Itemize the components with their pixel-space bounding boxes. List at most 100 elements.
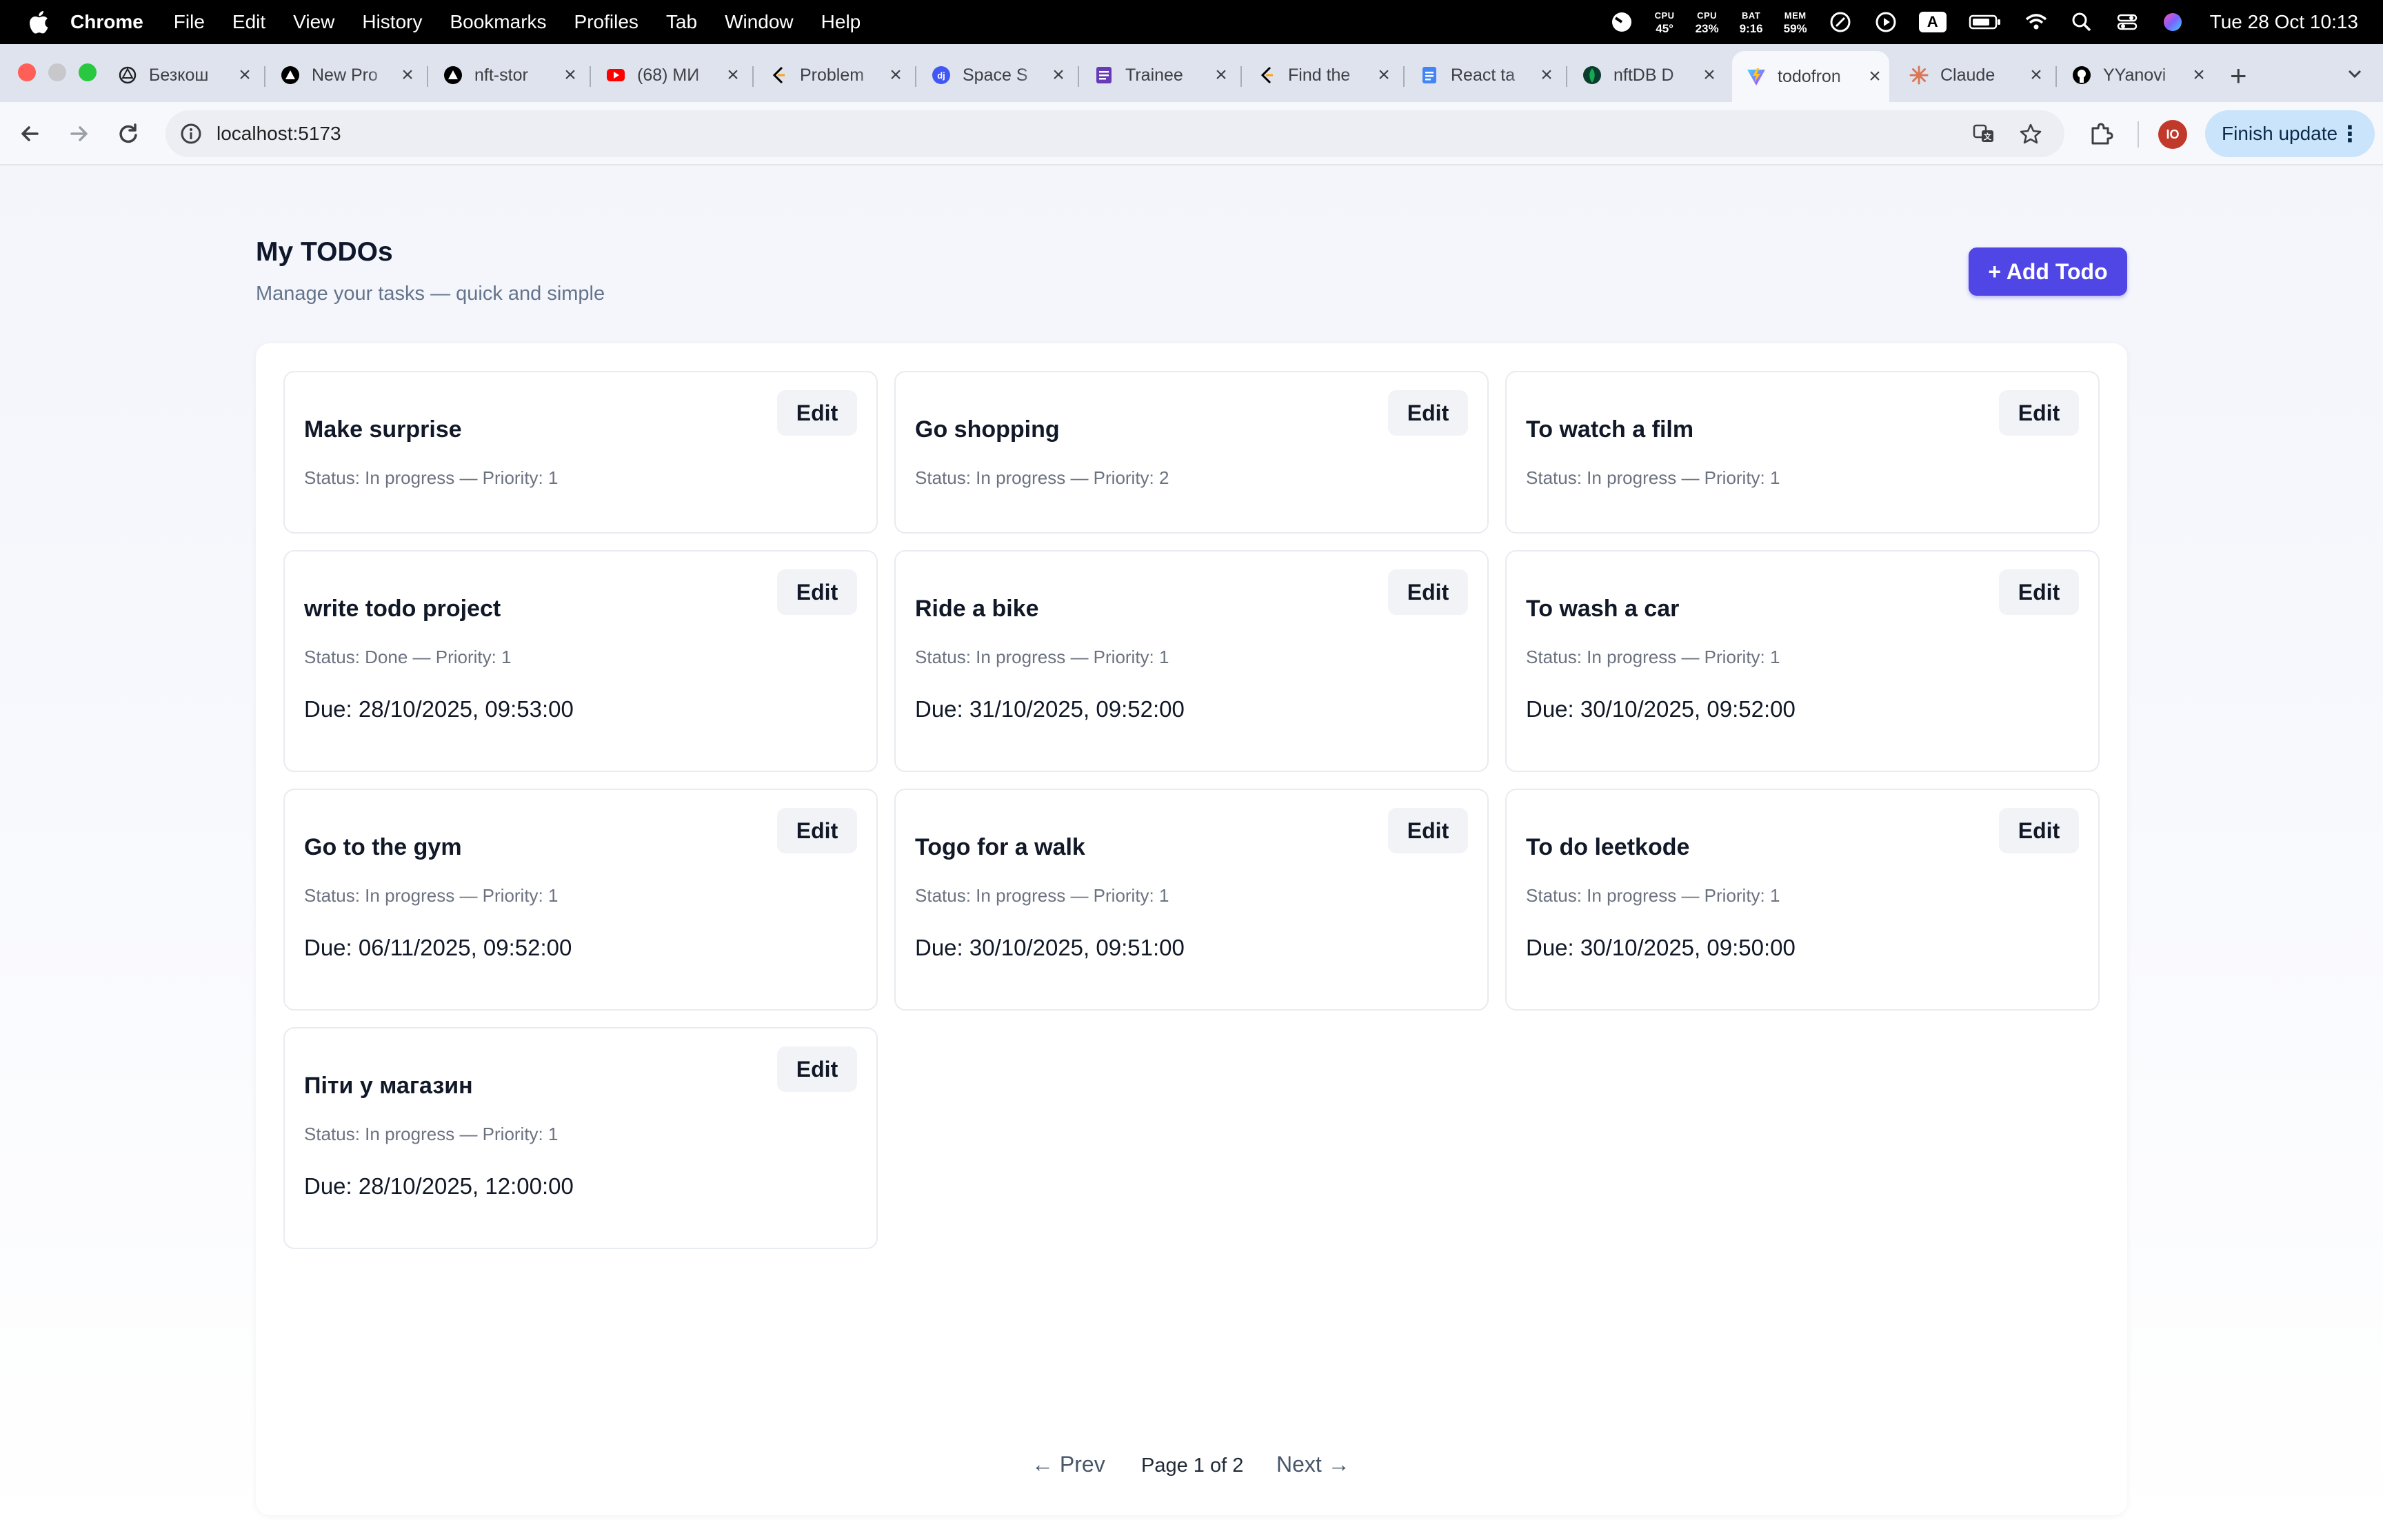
reload-icon[interactable] (113, 119, 143, 149)
svg-text:文: 文 (1984, 132, 1992, 141)
translate-icon[interactable]: 文 (1972, 122, 1995, 145)
edit-button[interactable]: Edit (777, 1046, 857, 1092)
tab-title: Trainee (1125, 65, 1183, 85)
edit-button[interactable]: Edit (777, 390, 857, 436)
menu-history[interactable]: History (362, 11, 422, 33)
next-page-button[interactable]: Next → (1276, 1452, 1350, 1477)
apple-icon[interactable] (26, 9, 50, 35)
battery-icon[interactable] (1967, 10, 2003, 34)
edit-button[interactable]: Edit (777, 808, 857, 853)
edit-button[interactable]: Edit (1388, 808, 1468, 853)
edit-button[interactable]: Edit (1999, 390, 2079, 436)
close-tab-icon[interactable]: × (723, 63, 743, 87)
menu-app-name[interactable]: Chrome (70, 11, 143, 33)
todo-card: To watch a film Status: In progress — Pr… (1505, 371, 2100, 534)
tab-nft-store[interactable]: nft-stor × (443, 54, 581, 97)
todo-card: Ride a bike Status: In progress — Priori… (894, 550, 1489, 772)
stat-label: CPU (1654, 10, 1675, 21)
tab-claude[interactable]: Claude × (1909, 54, 2047, 97)
close-tab-icon[interactable]: × (1048, 63, 1069, 87)
speedometer-icon[interactable] (1828, 10, 1853, 34)
tab-title: todofron (1778, 66, 1841, 86)
tab-nftdb[interactable]: nftDB D × (1582, 54, 1720, 97)
clock[interactable]: Tue 28 Oct 10:13 (2210, 11, 2358, 33)
siri-icon[interactable] (2160, 10, 2185, 34)
play-circle-icon[interactable] (1873, 10, 1898, 34)
input-source-icon[interactable]: A (1918, 12, 1947, 32)
spotlight-search-icon[interactable] (2069, 10, 2094, 34)
edit-button[interactable]: Edit (1999, 808, 2079, 853)
edit-button[interactable]: Edit (1999, 569, 2079, 615)
youtube-icon (607, 69, 625, 81)
tab-problem[interactable]: Problem × (768, 54, 906, 97)
todo-card: Go shopping Status: In progress — Priori… (894, 371, 1489, 534)
close-tab-icon[interactable]: × (1699, 63, 1720, 87)
close-tab-icon[interactable]: × (234, 63, 255, 87)
close-window-button[interactable] (18, 63, 36, 81)
menu-profiles[interactable]: Profiles (574, 11, 639, 33)
close-tab-icon[interactable]: × (560, 63, 581, 87)
close-tab-icon[interactable]: × (1374, 63, 1394, 87)
back-arrow-icon[interactable] (15, 119, 46, 149)
tab-react-task[interactable]: React ta × (1419, 54, 1557, 97)
todo-status: Status: In progress — Priority: 1 (1526, 647, 1780, 667)
profile-avatar[interactable]: IO (2158, 120, 2187, 149)
menu-view[interactable]: View (293, 11, 334, 33)
close-tab-icon[interactable]: × (1536, 63, 1557, 87)
memory-stat[interactable]: MEM 59% (1784, 9, 1807, 35)
tab-trainee[interactable]: Trainee × (1094, 54, 1231, 97)
edit-button[interactable]: Edit (1388, 569, 1468, 615)
close-tab-icon[interactable]: × (1211, 63, 1231, 87)
edit-button[interactable]: Edit (1388, 390, 1468, 436)
todo-status: Status: In progress — Priority: 1 (1526, 885, 1780, 906)
tab-title: New Pro (312, 65, 378, 85)
close-tab-icon[interactable]: × (2189, 63, 2209, 87)
minimize-window-button[interactable] (48, 63, 66, 81)
tab-bezkosh[interactable]: Безкош × (117, 54, 255, 97)
menu-help[interactable]: Help (821, 11, 861, 33)
tab-new-project[interactable]: New Pro × (280, 54, 418, 97)
address-bar[interactable]: localhost:5173 文 (165, 110, 2064, 157)
menu-tab[interactable]: Tab (666, 11, 697, 33)
edit-button[interactable]: Edit (777, 569, 857, 615)
add-todo-button[interactable]: + Add Todo (1969, 247, 2127, 296)
todo-title: Go to the gym (304, 834, 462, 860)
chevron-down-icon[interactable] (2344, 63, 2365, 84)
site-info-icon[interactable] (179, 122, 203, 145)
todo-status: Status: In progress — Priority: 2 (915, 467, 1169, 488)
tab-find-the[interactable]: Find the × (1256, 54, 1394, 97)
close-tab-icon[interactable]: × (2026, 63, 2047, 87)
claude-icon (1909, 65, 1929, 85)
close-tab-icon[interactable]: × (885, 63, 906, 87)
tab-todofront-active[interactable]: todofron × (1732, 51, 1889, 102)
menu-window[interactable]: Window (725, 11, 794, 33)
menu-bookmarks[interactable]: Bookmarks (450, 11, 546, 33)
tab-space-s[interactable]: dj Space S × (931, 54, 1069, 97)
finish-update-button[interactable]: Finish update ⋮ (2205, 110, 2375, 157)
kebab-menu-icon[interactable]: ⋮ (2339, 120, 2361, 148)
menu-edit[interactable]: Edit (232, 11, 265, 33)
close-tab-icon[interactable]: × (397, 63, 418, 87)
extensions-puzzle-icon[interactable] (2087, 119, 2117, 149)
bookmark-star-icon[interactable] (2019, 122, 2042, 145)
forward-arrow-icon[interactable] (63, 119, 94, 149)
cpu-temp-stat[interactable]: CPU 45° (1655, 9, 1675, 35)
wifi-icon[interactable] (2024, 10, 2049, 34)
menu-file[interactable]: File (174, 11, 205, 33)
prev-page-button[interactable]: ← Prev (1032, 1452, 1105, 1477)
page-indicator: Page 1 of 2 (1141, 1455, 1244, 1477)
zoom-window-button[interactable] (79, 63, 97, 81)
page-subtitle: Manage your tasks — quick and simple (256, 283, 605, 305)
new-tab-button[interactable]: + (2230, 59, 2247, 92)
url-text[interactable]: localhost:5173 (217, 123, 341, 145)
todo-status: Status: In progress — Priority: 1 (915, 647, 1169, 667)
tab-separator (1566, 66, 1567, 87)
close-tab-icon[interactable]: × (1864, 65, 1885, 88)
cpu-usage-stat[interactable]: CPU 23% (1696, 9, 1719, 35)
battery-time-stat[interactable]: BAT 9:16 (1740, 9, 1763, 35)
tab-youtube[interactable]: (68) МИ × (605, 54, 743, 97)
control-center-icon[interactable] (2115, 10, 2140, 34)
tab-github[interactable]: YYanovi × (2071, 54, 2209, 97)
stats-gauge-icon[interactable] (1609, 10, 1634, 34)
stat-value: 45° (1656, 22, 1673, 35)
